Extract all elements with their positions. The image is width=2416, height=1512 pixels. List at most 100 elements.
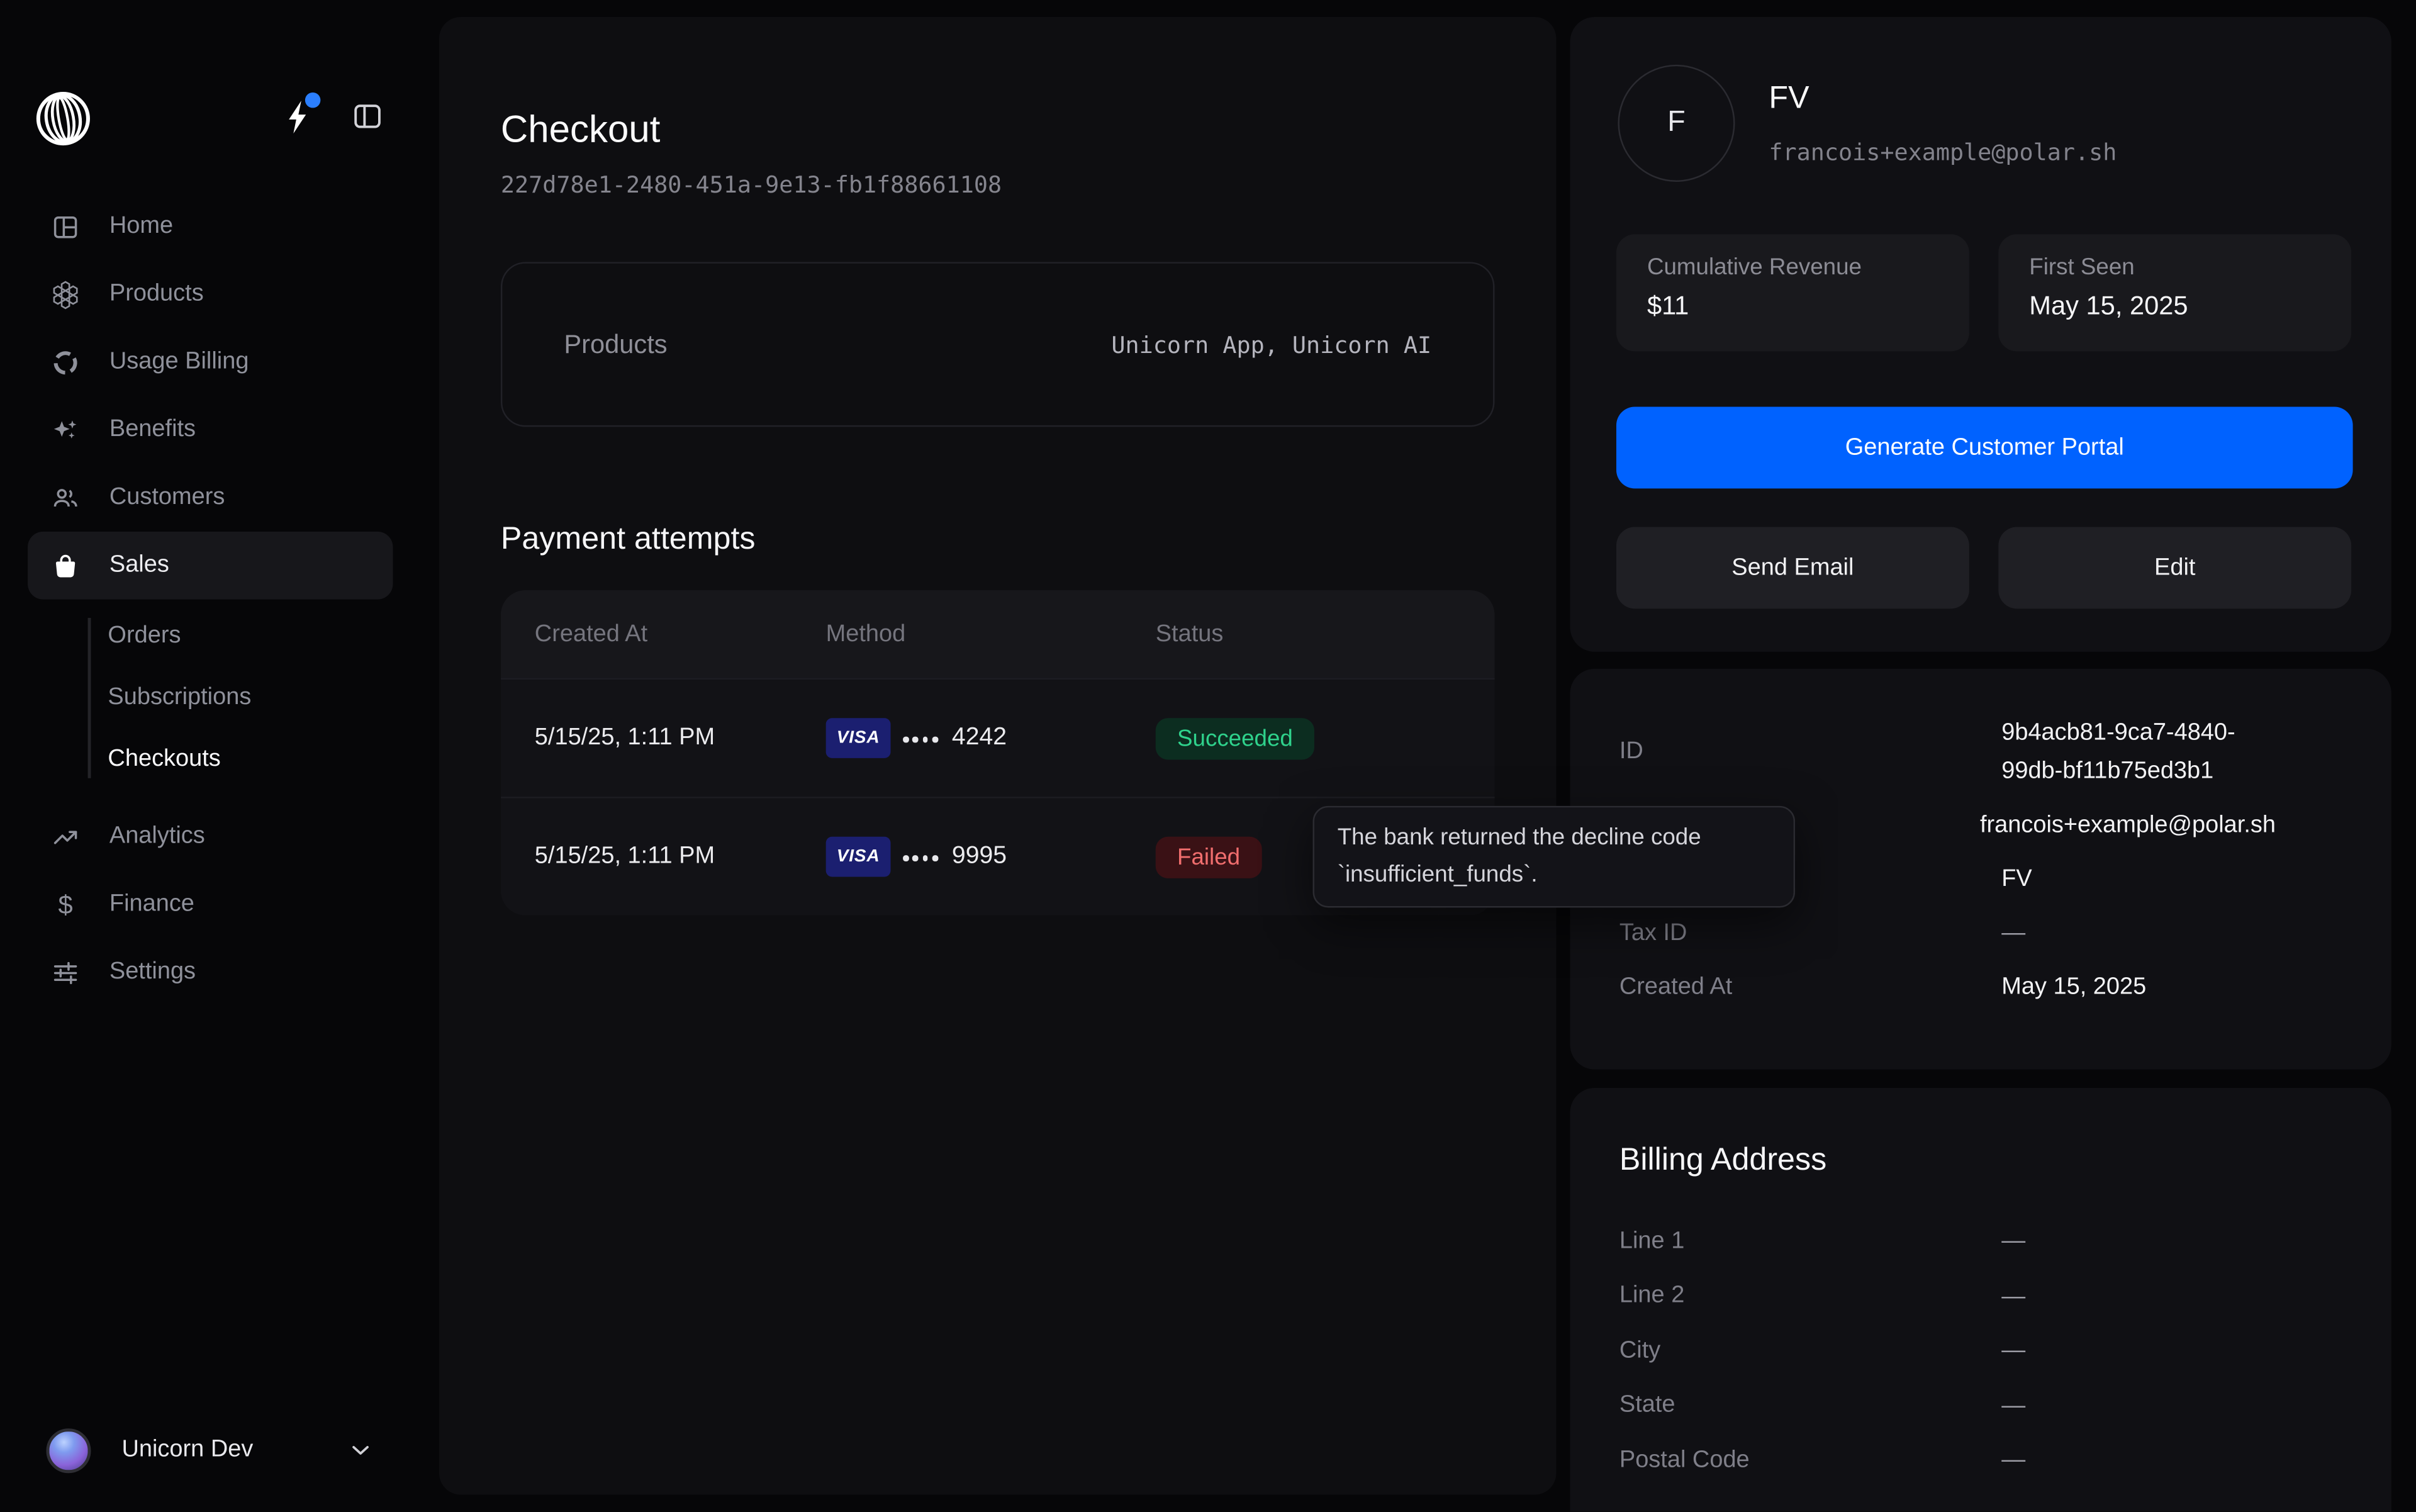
- chevron-down-icon: [347, 1436, 374, 1464]
- sidebar-item-label: Sales: [109, 552, 169, 580]
- billing-address-card: Billing Address Line 1 — Line 2 — City —…: [1570, 1088, 2391, 1511]
- billing-value: —: [2001, 1277, 2282, 1315]
- stat-value: $11: [1647, 291, 1938, 322]
- customer-stats: Cumulative Revenue $11 First Seen May 15…: [1616, 234, 2351, 351]
- billing-label: State: [1619, 1391, 2001, 1419]
- billing-label: Line 2: [1619, 1282, 2001, 1310]
- billing-row-line2: Line 2 —: [1619, 1277, 2342, 1315]
- payment-attempts-title: Payment attempts: [501, 521, 756, 558]
- tune-icon: [51, 958, 81, 987]
- card-dots-icon: [903, 856, 938, 861]
- column-header-created-at: Created At: [501, 620, 826, 648]
- card-dots-icon: [903, 737, 938, 742]
- cell-method: VISA 4242: [826, 718, 1156, 758]
- sidebar-item-benefits[interactable]: Benefits: [28, 396, 393, 464]
- customer-avatar: F: [1618, 65, 1735, 182]
- visa-badge-icon: VISA: [826, 837, 891, 877]
- donut-icon: [51, 347, 81, 377]
- panels-icon: [51, 212, 81, 242]
- card-last4: 4242: [952, 724, 1007, 752]
- send-email-button[interactable]: Send Email: [1616, 527, 1969, 609]
- billing-value: —: [2001, 1222, 2282, 1260]
- detail-value: francois+example@polar.sh: [1980, 806, 2276, 844]
- hive-icon: [51, 279, 81, 309]
- stat-value: May 15, 2025: [2029, 291, 2320, 322]
- detail-value: May 15, 2025: [2001, 968, 2282, 1006]
- billing-label: City: [1619, 1336, 2001, 1364]
- sidebar-item-label: Benefits: [109, 416, 196, 444]
- sidebar-toggle-icon[interactable]: [351, 100, 383, 132]
- products-row[interactable]: Products Unicorn App, Unicorn AI: [501, 262, 1495, 427]
- sidebar: Home Products: [0, 0, 439, 1511]
- detail-row-created-at: Created At May 15, 2025: [1619, 968, 2342, 1006]
- customer-email: francois+example@polar.sh: [1769, 138, 2117, 166]
- sidebar-item-home[interactable]: Home: [28, 193, 393, 260]
- detail-value: FV: [2001, 860, 2282, 899]
- detail-value: 9b4acb81-9ca7-4840-99db-bf11b75ed3b1: [2001, 714, 2282, 790]
- sidebar-item-products[interactable]: Products: [28, 260, 393, 328]
- billing-row-city: City —: [1619, 1331, 2342, 1370]
- stat-label: First Seen: [2029, 254, 2320, 281]
- billing-row-line1: Line 1 —: [1619, 1222, 2342, 1260]
- detail-row-id: ID 9b4acb81-9ca7-4840-99db-bf11b75ed3b1: [1619, 714, 2342, 790]
- edit-button[interactable]: Edit: [1998, 527, 2351, 609]
- org-switcher[interactable]: Unicorn Dev: [28, 1416, 393, 1484]
- status-badge: Failed: [1156, 836, 1262, 878]
- table-row: 5/15/25, 1:11 PM VISA 4242 Succeeded: [501, 678, 1495, 797]
- sidebar-nav: Home Products: [28, 193, 393, 1006]
- sidebar-item-usage-billing[interactable]: Usage Billing: [28, 328, 393, 396]
- sidebar-item-label: Customers: [109, 484, 225, 512]
- detail-label: Tax ID: [1619, 919, 2001, 947]
- sales-subnav: Orders Subscriptions Checkouts: [88, 605, 393, 790]
- sidebar-item-orders[interactable]: Orders: [108, 605, 393, 667]
- sidebar-item-customers[interactable]: Customers: [28, 464, 393, 532]
- sidebar-item-label: Home: [109, 213, 173, 240]
- sub-item-label: Subscriptions: [108, 684, 251, 712]
- sub-item-label: Orders: [108, 622, 181, 650]
- billing-row-state: State —: [1619, 1386, 2342, 1425]
- billing-label: Postal Code: [1619, 1446, 2001, 1474]
- sidebar-item-subscriptions[interactable]: Subscriptions: [108, 667, 393, 729]
- sidebar-item-settings[interactable]: Settings: [28, 938, 393, 1006]
- sidebar-item-finance[interactable]: $ Finance: [28, 871, 393, 939]
- billing-value: —: [2001, 1331, 2282, 1370]
- trending-up-icon: [51, 822, 81, 852]
- page-title: Checkout: [501, 110, 661, 154]
- shopping-bag-icon: [51, 551, 81, 581]
- app-window: Home Products: [0, 0, 2416, 1511]
- detail-label: Created At: [1619, 973, 2001, 1001]
- checkout-panel: Checkout 227d78e1-2480-451a-9e13-fb1f886…: [439, 17, 1557, 1495]
- detail-row-tax-id: Tax ID —: [1619, 914, 2342, 952]
- sidebar-item-label: Settings: [109, 958, 196, 986]
- status-badge: Succeeded: [1156, 717, 1314, 759]
- sidebar-item-sales[interactable]: Sales: [28, 532, 393, 600]
- sidebar-item-checkouts[interactable]: Checkouts: [108, 729, 393, 790]
- stat-label: Cumulative Revenue: [1647, 254, 1938, 281]
- billing-address-title: Billing Address: [1570, 1088, 2391, 1179]
- sidebar-header: [34, 86, 411, 151]
- stat-first-seen: First Seen May 15, 2025: [1998, 234, 2351, 351]
- polar-logo-icon[interactable]: [34, 89, 92, 148]
- detail-label: ID: [1619, 738, 2001, 766]
- billing-label: Line 1: [1619, 1228, 2001, 1255]
- cell-status: Succeeded: [1156, 717, 1495, 759]
- sidebar-item-label: Usage Billing: [109, 348, 249, 376]
- products-label: Products: [564, 329, 667, 360]
- cell-created-at: 5/15/25, 1:11 PM: [501, 843, 826, 871]
- card-last4: 9995: [952, 843, 1007, 871]
- decline-code-tooltip: The bank returned the decline code `insu…: [1313, 806, 1796, 908]
- customer-name: FV: [1769, 80, 1809, 117]
- billing-row-postal-code: Postal Code —: [1619, 1441, 2342, 1479]
- customer-card: F FV francois+example@polar.sh Cumulativ…: [1570, 17, 2391, 652]
- sidebar-item-analytics[interactable]: Analytics: [28, 803, 393, 871]
- sidebar-item-label: Analytics: [109, 823, 205, 851]
- billing-value: —: [2001, 1386, 2282, 1425]
- generate-customer-portal-button[interactable]: Generate Customer Portal: [1616, 407, 2353, 489]
- table-header: Created At Method Status: [501, 590, 1495, 678]
- column-header-status: Status: [1156, 620, 1495, 648]
- stat-cumulative-revenue: Cumulative Revenue $11: [1616, 234, 1969, 351]
- checkout-id: 227d78e1-2480-451a-9e13-fb1f88661108: [501, 171, 1002, 199]
- billing-value: —: [2001, 1441, 2282, 1479]
- sparkles-icon: [51, 415, 81, 445]
- cell-method: VISA 9995: [826, 837, 1156, 877]
